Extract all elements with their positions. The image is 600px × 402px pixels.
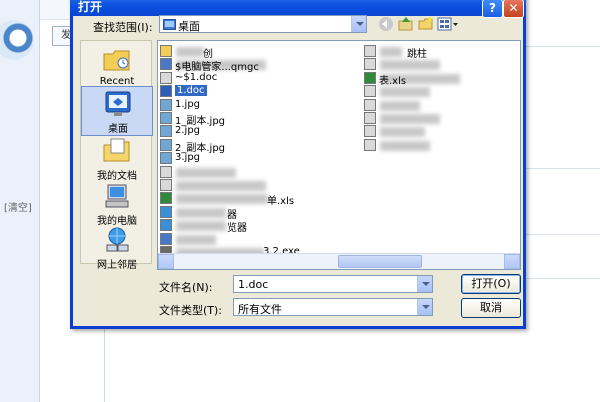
- doc-icon: [364, 112, 376, 124]
- filename-value: 1.doc: [238, 278, 269, 291]
- image-icon: [160, 138, 172, 151]
- doc-icon: [160, 179, 172, 191]
- doc-icon: [364, 138, 376, 151]
- background-divider: [104, 320, 105, 402]
- doc-icon: [160, 71, 172, 84]
- place-label: 桌面: [108, 124, 128, 135]
- file-name: 1.doc: [175, 85, 207, 97]
- lookin-dropdown-arrow[interactable]: [351, 16, 366, 32]
- redacted-region: [176, 167, 236, 178]
- background-content: [40, 328, 600, 402]
- open-button[interactable]: 打开(O): [461, 274, 521, 294]
- browser-icon: [160, 205, 172, 218]
- help-button[interactable]: ?: [482, 0, 503, 18]
- image-icon: [160, 152, 172, 165]
- image-icon: [160, 112, 172, 124]
- redacted-region: [380, 47, 402, 57]
- redacted-region: [176, 221, 226, 232]
- file-name: 1.jpg: [175, 98, 201, 110]
- lookin-value: 桌面: [178, 20, 200, 33]
- dialog-titlebar[interactable]: 打开 ? ✕: [70, 0, 526, 18]
- filename-label: 文件名(N):: [159, 281, 213, 294]
- file-name: 表.xls: [379, 75, 407, 87]
- filetype-value: 所有文件: [238, 303, 282, 316]
- file-name: ~$1.doc: [175, 71, 218, 83]
- network-icon: [106, 227, 129, 252]
- app-logo-icon: [0, 20, 34, 60]
- desktop-small-icon: [163, 19, 176, 30]
- xls-icon: [364, 71, 376, 84]
- my-documents-icon: [103, 138, 130, 162]
- redacted-region: [176, 194, 268, 205]
- up-folder-icon[interactable]: [397, 15, 415, 33]
- my-computer-icon: [105, 184, 129, 208]
- back-icon[interactable]: [377, 15, 395, 33]
- filetype-label: 文件类型(T):: [159, 304, 223, 317]
- redacted-region: [176, 207, 226, 218]
- image-icon: [160, 125, 172, 138]
- word-doc-icon: [160, 85, 172, 98]
- doc-icon: [364, 125, 376, 138]
- browser-icon: [160, 219, 172, 232]
- scroll-right-button[interactable]: [504, 254, 520, 269]
- lookin-label: 查找范围(I):: [93, 21, 153, 34]
- recent-folder-icon: [103, 50, 130, 71]
- dialog-title: 打开: [78, 0, 103, 14]
- file-list[interactable]: 创 $电脑管家...qmgc ~$1.doc 1.doc 1.jpg 1_副本.jpg 2.…: [157, 40, 521, 270]
- folder-icon: [160, 45, 172, 57]
- scroll-thumb[interactable]: [338, 255, 422, 268]
- clear-link[interactable]: [清空]: [4, 199, 32, 214]
- file-name: 单.xls: [267, 196, 295, 208]
- horizontal-scrollbar[interactable]: [158, 253, 520, 269]
- background-sidebar: [清空]: [0, 0, 40, 402]
- redacted-region: [380, 140, 430, 151]
- redacted-region: [176, 47, 204, 57]
- cancel-button[interactable]: 取消: [461, 298, 521, 318]
- file-name: 2.jpg: [175, 125, 201, 137]
- doc-icon: [364, 85, 376, 98]
- filetype-select[interactable]: 所有文件: [233, 298, 433, 316]
- close-button[interactable]: ✕: [503, 0, 524, 18]
- place-my-documents[interactable]: 我的文档: [81, 134, 153, 184]
- redacted-region: [176, 234, 216, 245]
- redacted-region: [380, 87, 430, 98]
- redacted-region: [176, 181, 266, 191]
- views-menu-icon[interactable]: [437, 15, 459, 33]
- filename-input[interactable]: 1.doc: [233, 275, 433, 293]
- scroll-left-button[interactable]: [158, 254, 174, 269]
- open-file-dialog: 打开 ? ✕ 查找范围(I): 桌面 Recent 桌面 我的文档 我的电脑 网…: [70, 0, 526, 329]
- filetype-dropdown-arrow[interactable]: [417, 299, 432, 315]
- redacted-region: [380, 100, 420, 111]
- redacted-region: [380, 127, 425, 138]
- place-label: 网上邻居: [97, 260, 137, 271]
- desktop-icon: [105, 91, 131, 116]
- new-folder-icon[interactable]: [417, 15, 435, 33]
- doc-icon: [364, 98, 376, 111]
- place-desktop[interactable]: 桌面: [81, 86, 153, 136]
- app-icon: [160, 232, 172, 245]
- redacted-region: [380, 114, 440, 124]
- place-network[interactable]: 网上邻居: [81, 223, 153, 273]
- file-name: 跳柱: [407, 49, 427, 60]
- image-icon: [160, 98, 172, 111]
- place-my-computer[interactable]: 我的电脑: [81, 179, 153, 229]
- app-icon: [160, 58, 172, 71]
- file-name: 览器: [227, 223, 247, 235]
- file-name: 3.jpg: [175, 152, 201, 164]
- redacted-region: [380, 60, 440, 71]
- places-bar: Recent 桌面 我的文档 我的电脑 网上邻居: [80, 40, 153, 271]
- filename-dropdown-arrow[interactable]: [417, 276, 432, 292]
- xls-icon: [160, 192, 172, 205]
- doc-icon: [364, 58, 376, 71]
- doc-icon: [364, 45, 376, 57]
- doc-icon: [160, 165, 172, 178]
- lookin-combobox[interactable]: 桌面: [159, 15, 367, 33]
